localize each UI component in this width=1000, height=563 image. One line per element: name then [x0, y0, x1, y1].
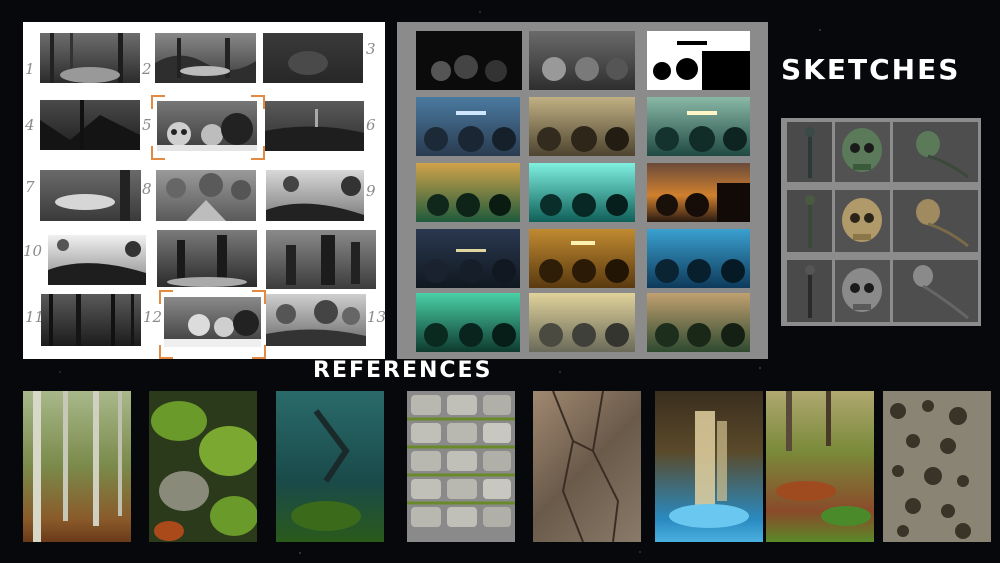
selection-corner-top-right	[252, 290, 266, 304]
references-heading: REFERENCES	[313, 358, 493, 383]
color-study-9[interactable]	[647, 163, 750, 222]
selection-corner-bottom-right	[252, 345, 266, 359]
sketch-thumbnail-4[interactable]	[40, 100, 140, 150]
selection-corner-bottom-left	[151, 146, 165, 160]
selection-corner-top-left	[151, 95, 165, 109]
sketch-thumbnail-3[interactable]	[263, 33, 363, 83]
sketch-number-9: 9	[366, 182, 376, 200]
color-study-6[interactable]	[647, 97, 750, 156]
sketch-thumbnail-10[interactable]	[48, 235, 146, 285]
dark-teal-forest-reference[interactable]	[276, 391, 384, 542]
color-study-4[interactable]	[416, 97, 520, 156]
cracked-rock-reference[interactable]	[533, 391, 641, 542]
sketch-number-5: 5	[142, 116, 152, 134]
birch-forest-reference[interactable]	[23, 391, 131, 542]
color-study-13[interactable]	[416, 293, 520, 352]
creature-study-1[interactable]	[787, 122, 832, 182]
selection-corner-bottom-right	[251, 146, 265, 160]
sketch-number-12: 12	[143, 308, 163, 326]
color-study-1[interactable]	[416, 31, 522, 90]
color-study-8[interactable]	[529, 163, 635, 222]
skull-creature-study-2[interactable]	[893, 190, 978, 252]
creature-study-3[interactable]	[787, 260, 832, 322]
selection-corner-top-left	[159, 290, 173, 304]
sketch-number-6: 6	[366, 116, 376, 134]
creature-study-2[interactable]	[787, 190, 832, 252]
color-studies-sheet	[397, 22, 768, 359]
sketch-thumbnail-10c[interactable]	[266, 230, 376, 289]
sketch-number-4: 4	[25, 116, 35, 134]
color-study-12[interactable]	[647, 229, 750, 288]
color-study-2[interactable]	[529, 31, 635, 90]
color-study-14[interactable]	[529, 293, 635, 352]
autumn-forest-floor-reference[interactable]	[766, 391, 874, 542]
sketch-number-2: 2	[142, 60, 152, 78]
sketch-thumbnail-9[interactable]	[266, 170, 364, 221]
sketch-number-8: 8	[142, 180, 152, 198]
selection-corner-top-right	[251, 95, 265, 109]
mossy-cobblestone-reference[interactable]	[407, 391, 515, 542]
porous-organic-texture-reference[interactable]	[883, 391, 991, 542]
sketch-thumbnail-1[interactable]	[40, 33, 140, 83]
color-study-11[interactable]	[529, 229, 635, 288]
sketch-thumbnail-5-selected[interactable]	[157, 101, 257, 151]
mossy-rocks-reference[interactable]	[149, 391, 257, 542]
color-study-7[interactable]	[416, 163, 520, 222]
sketch-thumbnail-7[interactable]	[40, 170, 141, 221]
color-study-10[interactable]	[416, 229, 520, 288]
sketch-number-13: 13	[367, 308, 387, 326]
cave-waterfall-reference[interactable]	[655, 391, 763, 542]
sketch-number-3: 3	[366, 40, 376, 58]
sketch-thumbnail-12-selected[interactable]	[164, 297, 261, 347]
sketch-thumbnail-13[interactable]	[266, 294, 366, 346]
thumbnail-sketch-sheet: 1 2 3 4 5 6 7 8 9 10 11 12 13	[23, 22, 387, 359]
skull-creature-study-1[interactable]	[893, 122, 978, 182]
skull-study-2[interactable]	[835, 190, 890, 252]
skull-creature-study-3[interactable]	[893, 260, 978, 322]
skull-study-1[interactable]	[835, 122, 890, 182]
sketch-thumbnail-8[interactable]	[156, 170, 256, 221]
sketch-thumbnail-6[interactable]	[265, 101, 364, 151]
sketch-thumbnail-11[interactable]	[41, 294, 141, 346]
sketch-number-10: 10	[23, 242, 43, 260]
color-study-5[interactable]	[529, 97, 635, 156]
selection-corner-bottom-left	[159, 345, 173, 359]
sketch-thumbnail-2[interactable]	[155, 33, 256, 83]
sketch-number-1: 1	[25, 60, 35, 78]
sketch-number-7: 7	[25, 178, 35, 196]
skull-study-3[interactable]	[835, 260, 890, 322]
sketches-heading: SKETCHES	[781, 53, 961, 86]
sketch-thumbnail-10b[interactable]	[157, 230, 257, 287]
creature-skull-studies	[781, 118, 981, 326]
color-study-3[interactable]	[647, 31, 750, 90]
color-study-15[interactable]	[647, 293, 750, 352]
